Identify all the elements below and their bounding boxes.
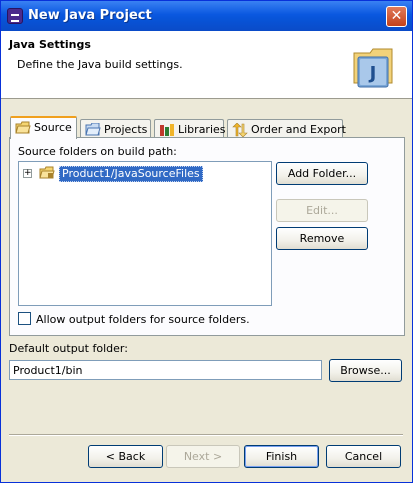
tree-item-label[interactable]: Product1/JavaSourceFiles [59, 166, 203, 182]
add-folder-button[interactable]: Add Folder... [276, 162, 368, 185]
page-title: Java Settings [9, 38, 91, 51]
close-button[interactable]: ✕ [386, 6, 407, 27]
source-folders-tree[interactable]: + Product1/JavaSourceFiles [18, 161, 272, 306]
wizard-header: Java Settings Define the Java build sett… [1, 31, 412, 99]
tab-source-label: Source [34, 121, 72, 134]
source-folder-icon [15, 121, 31, 134]
finish-button[interactable]: Finish [244, 445, 319, 468]
tab-order-and-export-label: Order and Export [251, 123, 346, 136]
remove-button[interactable]: Remove [276, 227, 368, 250]
tab-libraries[interactable]: Libraries [154, 119, 226, 139]
title-bar[interactable]: New Java Project ✕ [1, 1, 412, 31]
order-export-icon [232, 123, 248, 137]
back-button[interactable]: < Back [88, 445, 163, 468]
footer-separator [9, 434, 403, 436]
tab-libraries-label: Libraries [178, 123, 226, 136]
allow-output-folders-checkbox[interactable] [18, 312, 31, 325]
new-java-project-dialog: New Java Project ✕ Java Settings Define … [0, 0, 413, 483]
allow-output-folders-label: Allow output folders for source folders. [36, 313, 250, 326]
cancel-button[interactable]: Cancel [326, 445, 401, 468]
tab-projects[interactable]: Projects [80, 119, 151, 139]
browse-button[interactable]: Browse... [329, 359, 402, 382]
source-folders-label: Source folders on build path: [18, 145, 177, 158]
source-folder-icon [39, 166, 55, 179]
default-output-folder-label: Default output folder: [9, 342, 128, 355]
banner-letter: J [368, 63, 377, 84]
java-project-banner-icon: J [353, 48, 393, 88]
tab-order-and-export[interactable]: Order and Export [227, 119, 346, 139]
edit-button[interactable]: Edit... [276, 199, 368, 222]
next-button[interactable]: Next > [166, 445, 240, 468]
default-output-folder-field[interactable] [9, 360, 322, 380]
projects-icon [85, 123, 101, 136]
libraries-icon [160, 124, 174, 136]
eclipse-app-icon [7, 8, 23, 24]
tab-projects-label: Projects [104, 123, 148, 136]
window-title: New Java Project [28, 8, 152, 23]
expand-icon[interactable]: + [23, 169, 32, 178]
tab-source[interactable]: Source [10, 116, 77, 139]
page-description: Define the Java build settings. [17, 58, 183, 71]
